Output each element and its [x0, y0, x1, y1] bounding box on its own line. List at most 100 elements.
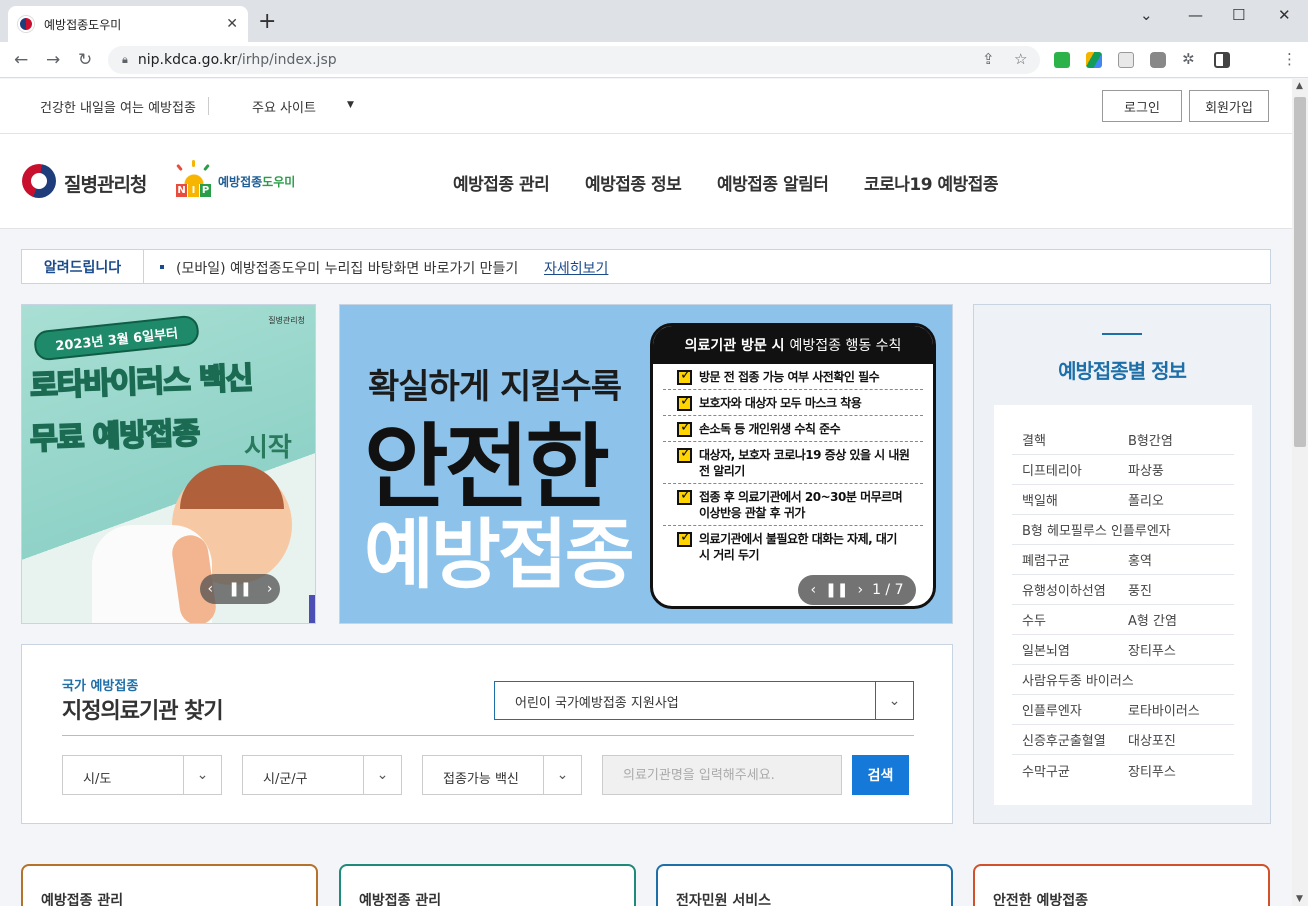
chevron-down-icon[interactable]: ⌄: [875, 682, 913, 719]
vaccine-link[interactable]: 로타바이러스: [1128, 700, 1234, 719]
vaccine-link[interactable]: 수두: [1022, 610, 1128, 629]
slider-next-icon[interactable]: ›: [267, 581, 273, 597]
notice-bullet: [160, 265, 164, 269]
quick-card-label: 예방접종 관리: [359, 893, 442, 906]
conduct-rule-item: 의료기관에서 불필요한 대화는 자제, 대기 시 거리 두기: [663, 526, 923, 567]
browser-menu-icon[interactable]: ⋮: [1282, 50, 1297, 68]
conduct-rule-text: 대상자, 보호자 코로나19 증상 있을 시 내원 전 알리기: [699, 448, 910, 478]
vaccine-link[interactable]: 일본뇌염: [1022, 640, 1128, 659]
quick-card-management-2[interactable]: 예방접종 관리: [339, 864, 636, 906]
tab-title: 예방접종도우미: [44, 17, 122, 32]
vaccine-info-panel: 예방접종별 정보 결핵 B형간염 디프테리아 파상풍 백일해 폴리오 B형 헤모필루스…: [973, 304, 1271, 824]
vaccine-select[interactable]: 접종가능 백신 ⌄: [422, 755, 582, 795]
nav-vaccination-management[interactable]: 예방접종 관리: [453, 170, 550, 195]
nip-brand-green: 도우미: [262, 175, 296, 189]
browser-tab[interactable]: 예방접종도우미 ✕: [8, 6, 248, 42]
vaccine-link[interactable]: 인플루엔자: [1022, 700, 1128, 719]
side-panel-icon[interactable]: [1214, 52, 1230, 68]
extension-window-icon[interactable]: [1118, 52, 1134, 68]
scrollbar-thumb[interactable]: [1294, 97, 1306, 447]
clinic-name-input[interactable]: [602, 755, 842, 795]
quick-card-e-civil-service[interactable]: 전자민원 서비스: [656, 864, 953, 906]
notice-text[interactable]: (모바일) 예방접종도우미 누리집 바탕화면 바로가기 만들기: [176, 258, 518, 278]
conduct-rule-text: 의료기관에서 불필요한 대화는 자제, 대기 시 거리 두기: [699, 532, 897, 562]
dropdown-caret-icon[interactable]: ▼: [347, 100, 354, 110]
conduct-card-title-rest: 예방접종 행동 수칙: [789, 338, 902, 354]
share-icon[interactable]: ⇪: [982, 50, 995, 68]
url-bar[interactable]: 🔒︎ nip.kdca.go.kr/irhp/index.jsp: [108, 46, 1040, 74]
vaccine-link[interactable]: 신증후군출혈열: [1022, 730, 1128, 749]
close-window-button[interactable]: ✕: [1278, 6, 1291, 24]
vaccine-link[interactable]: 결핵: [1022, 430, 1128, 449]
notice-detail-link[interactable]: 자세히보기: [544, 258, 608, 278]
nip-logo[interactable]: N I P: [174, 160, 214, 200]
minimize-button[interactable]: —: [1188, 6, 1203, 24]
signup-button[interactable]: 회원가입: [1189, 90, 1269, 122]
nav-vaccination-info[interactable]: 예방접종 정보: [585, 170, 682, 195]
sido-select[interactable]: 시/도 ⌄: [62, 755, 222, 795]
camera-icon[interactable]: [1150, 52, 1166, 68]
search-button[interactable]: 검색: [852, 755, 909, 795]
slider-prev-icon[interactable]: ‹: [810, 582, 816, 598]
scroll-down-icon[interactable]: ▼: [1296, 894, 1303, 904]
nav-covid19-vaccination[interactable]: 코로나19 예방접종: [864, 170, 999, 195]
vaccine-link[interactable]: 백일해: [1022, 490, 1128, 509]
banner-agency-label: 질병관리청: [268, 316, 305, 325]
kdca-emblem-icon[interactable]: [22, 164, 56, 198]
quick-card-management[interactable]: 예방접종 관리: [21, 864, 318, 906]
tab-close-icon[interactable]: ✕: [226, 16, 238, 32]
google-drive-icon[interactable]: [1086, 52, 1102, 68]
checkbox-icon: [677, 529, 692, 547]
vaccination-conduct-banner[interactable]: 확실하게 지킬수록 안전한 예방접종 의료기관 방문 시예방접종 행동 수칙 방…: [339, 304, 953, 624]
banner-title-line3: 시작: [244, 433, 292, 463]
chevron-down-icon[interactable]: ⌄: [543, 756, 581, 794]
vaccine-link[interactable]: B형간염: [1128, 430, 1234, 449]
extension-green-icon[interactable]: [1054, 52, 1070, 68]
vaccine-link[interactable]: 장티푸스: [1128, 640, 1234, 659]
tab-search-icon[interactable]: ⌄: [1140, 6, 1153, 24]
vaccine-link[interactable]: 장티푸스: [1128, 761, 1234, 780]
site-favicon-icon: [18, 16, 34, 32]
slider-pause-icon[interactable]: ❚❚: [825, 582, 848, 598]
page-scrollbar[interactable]: ▲ ▼: [1292, 79, 1308, 906]
vaccine-link[interactable]: B형 헤모필루스 인플루엔자: [1022, 520, 1234, 539]
vaccine-list: 결핵 B형간염 디프테리아 파상풍 백일해 폴리오 B형 헤모필루스 인플루엔자 폐렴…: [994, 405, 1252, 805]
agency-name[interactable]: 질병관리청: [64, 170, 147, 197]
rotavirus-banner[interactable]: 2023년 3월 6일부터 질병관리청 로타바이러스 백신 무료 예방접종 시작…: [21, 304, 316, 624]
slider-prev-icon[interactable]: ‹: [208, 581, 214, 597]
vaccine-link[interactable]: 수막구균: [1022, 761, 1128, 780]
chevron-down-icon[interactable]: ⌄: [363, 756, 401, 794]
checkbox-icon: [677, 487, 692, 505]
program-select[interactable]: 어린이 국가예방접종 지원사업 ⌄: [494, 681, 914, 720]
vaccine-link[interactable]: 사람유두종 바이러스: [1022, 670, 1234, 689]
vaccine-link[interactable]: 대상포진: [1128, 730, 1234, 749]
vaccine-link[interactable]: 파상풍: [1128, 460, 1234, 479]
vaccine-link[interactable]: 폐렴구균: [1022, 550, 1128, 569]
vaccine-link[interactable]: 풍진: [1128, 580, 1234, 599]
login-button[interactable]: 로그인: [1102, 90, 1182, 122]
quick-card-label: 예방접종 관리: [41, 893, 124, 906]
vaccine-row: 수막구균 장티푸스: [1012, 755, 1234, 785]
new-tab-button[interactable]: +: [258, 11, 276, 33]
vaccine-link[interactable]: 홍역: [1128, 550, 1234, 569]
major-sites-dropdown[interactable]: 주요 사이트: [252, 97, 316, 116]
vaccine-link[interactable]: 유행성이하선염: [1022, 580, 1128, 599]
reload-icon[interactable]: ↻: [78, 50, 92, 70]
lock-icon[interactable]: 🔒︎: [122, 53, 128, 67]
back-arrow-icon[interactable]: ←: [14, 50, 28, 70]
slider-pause-icon[interactable]: ❚❚: [228, 581, 251, 597]
vaccine-link[interactable]: A형 간염: [1128, 610, 1234, 629]
extensions-puzzle-icon[interactable]: ✲: [1182, 50, 1195, 68]
forward-arrow-icon[interactable]: →: [46, 50, 60, 70]
slider-next-icon[interactable]: ›: [858, 582, 864, 598]
quick-card-safe-vaccination[interactable]: 안전한 예방접종: [973, 864, 1270, 906]
chevron-down-icon[interactable]: ⌄: [183, 756, 221, 794]
vaccine-link[interactable]: 폴리오: [1128, 490, 1234, 509]
vaccine-link[interactable]: 디프테리아: [1022, 460, 1128, 479]
bookmark-star-icon[interactable]: ☆: [1014, 50, 1027, 68]
nav-vaccination-notice[interactable]: 예방접종 알림터: [717, 170, 829, 195]
scroll-up-icon[interactable]: ▲: [1296, 81, 1303, 91]
sigungu-select[interactable]: 시/군/구 ⌄: [242, 755, 402, 795]
maximize-button[interactable]: ☐: [1232, 6, 1245, 24]
nip-brand-name[interactable]: 예방접종도우미: [218, 173, 295, 190]
